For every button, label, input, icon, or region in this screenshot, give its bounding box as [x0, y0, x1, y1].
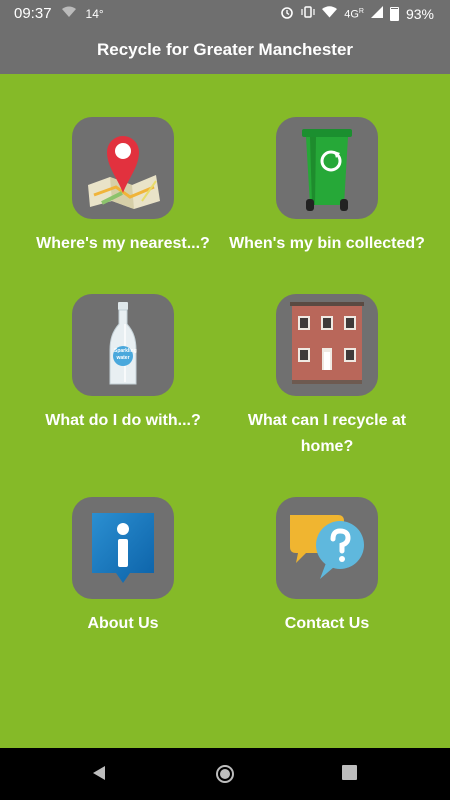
network-type: 4GR [344, 5, 364, 22]
tile-nearest[interactable]: Where's my nearest...? [23, 117, 223, 257]
tile-about-us[interactable]: About Us [23, 497, 223, 637]
house-icon [290, 302, 364, 384]
app-bar: Recycle for Greater Manchester [0, 26, 450, 74]
alarm-icon [280, 5, 294, 22]
wifi-icon [322, 6, 338, 21]
status-temperature: 14° [85, 6, 104, 21]
tile-contact-us[interactable]: Contact Us [227, 497, 427, 637]
tile-label: About Us [87, 615, 159, 632]
network-label: 4G [344, 8, 359, 21]
wifi-weak-icon [61, 6, 76, 21]
signal-icon [370, 6, 383, 21]
status-bar: 09:37 14° 4GR 93% [0, 0, 450, 26]
app-title: Recycle for Greater Manchester [96, 40, 354, 59]
tile-label: When's my bin collected? [229, 235, 425, 252]
tile-recycle-at-home[interactable]: What can I recycle at home? [227, 294, 427, 460]
tile-label: What do I do with...? [45, 412, 201, 429]
back-icon[interactable] [90, 764, 108, 787]
bottle-icon [109, 302, 137, 385]
tile-bin-collection[interactable]: When's my bin collected? [227, 117, 427, 257]
bin-icon-box[interactable] [276, 117, 378, 219]
system-nav-bar [0, 748, 450, 800]
home-icon[interactable] [215, 764, 235, 789]
tile-label: Contact Us [284, 615, 370, 632]
battery-percent: 93% [405, 5, 434, 22]
tile-what-do-i-do[interactable]: Sparkling water What do I do with...? [23, 294, 223, 434]
bottle-icon-box[interactable]: Sparkling water [72, 294, 174, 396]
bottle-label-text: Sparkling water [114, 348, 137, 361]
tile-label: Where's my nearest...? [36, 235, 210, 252]
battery-icon [389, 6, 399, 21]
contact-icon-box[interactable] [276, 497, 378, 599]
status-time: 09:37 [14, 5, 52, 22]
vibrate-icon [301, 5, 315, 22]
tile-label: What can I recycle at home? [247, 412, 407, 455]
info-icon [92, 513, 154, 583]
nearest-icon-box[interactable] [72, 117, 174, 219]
chat-question-icon [290, 515, 364, 579]
map-pin-icon [88, 136, 160, 209]
roaming-label: R [358, 8, 364, 16]
house-icon-box[interactable] [276, 294, 378, 396]
about-icon-box[interactable] [72, 497, 174, 599]
recents-icon[interactable] [341, 764, 358, 786]
wheelie-bin-icon [302, 129, 352, 211]
